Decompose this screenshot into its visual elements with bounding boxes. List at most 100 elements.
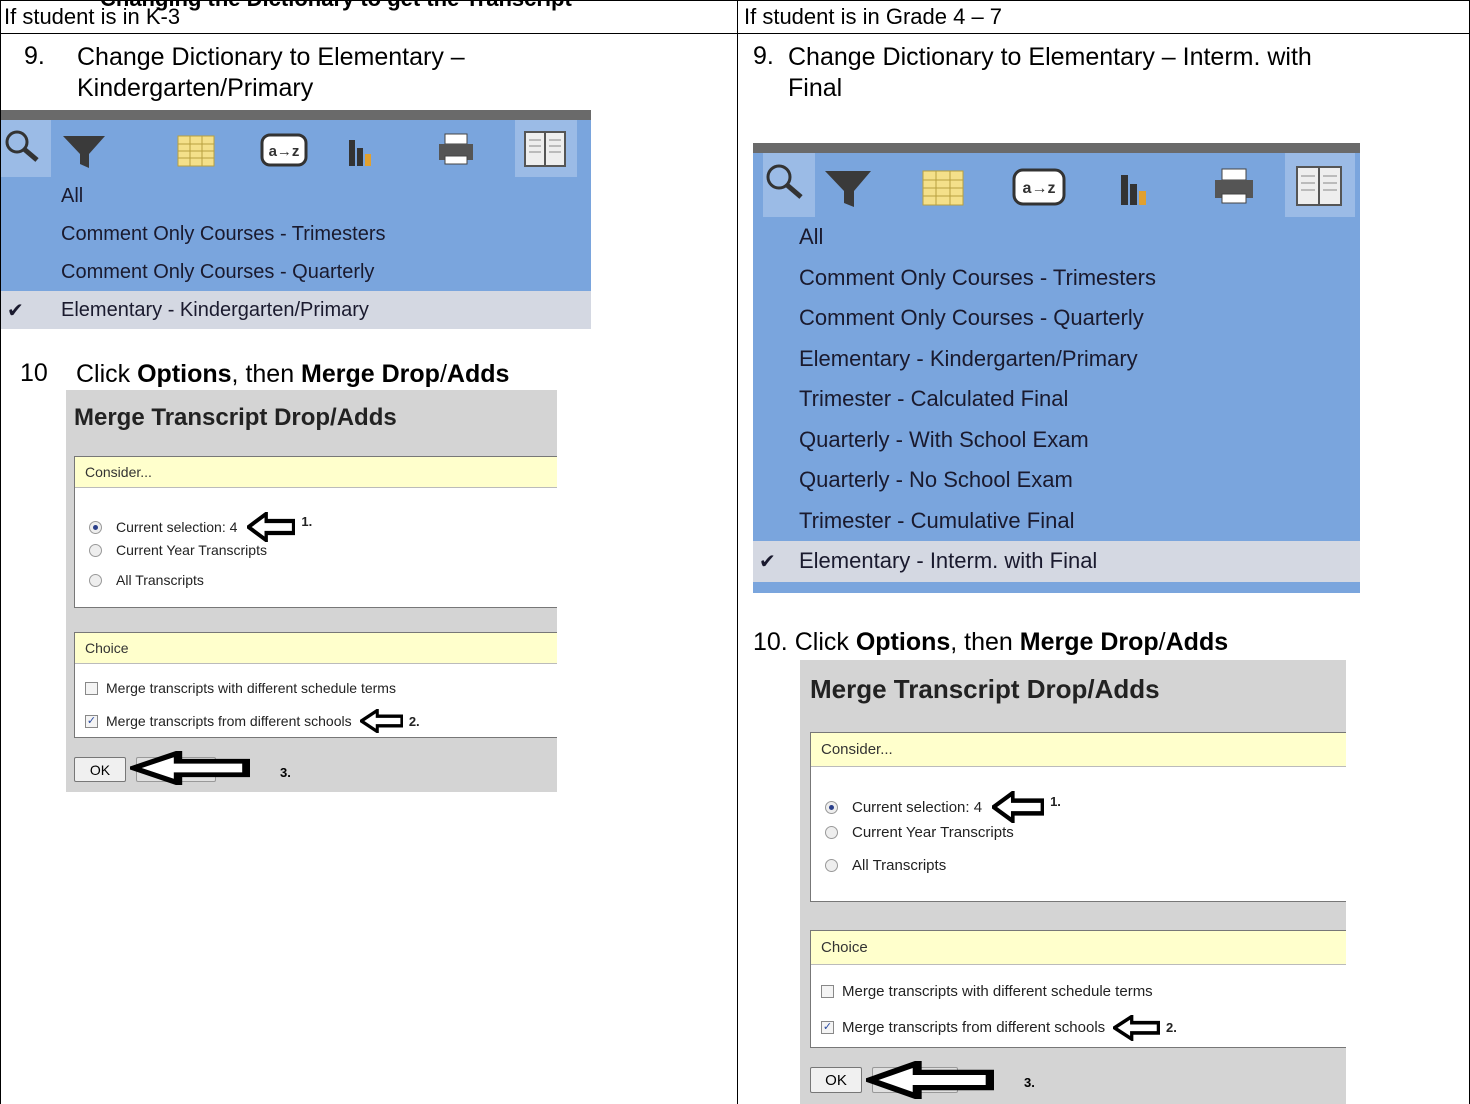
annotation-arrow-icon (247, 512, 296, 542)
right-toolbar-icons: a→z (763, 153, 1355, 217)
radio-button[interactable] (825, 826, 838, 839)
left-step9-text: Change Dictionary to Elementary – Kinder… (77, 42, 465, 104)
radio-button[interactable] (89, 520, 102, 534)
scope-radio-option[interactable]: All Transcripts (89, 572, 204, 588)
checkmark-icon: ✔ (759, 550, 776, 573)
left-step10-mid: , then (231, 360, 302, 388)
dictionary-option[interactable]: Trimester - Cumulative Final (753, 501, 1360, 542)
ok-button[interactable]: OK (810, 1067, 862, 1093)
dialog-title: Merge Transcript Drop/Adds (810, 674, 1160, 704)
scope-radio-option[interactable]: All Transcripts (825, 857, 946, 874)
dictionary-book-icon[interactable] (1285, 153, 1355, 217)
ok-button[interactable]: OK (74, 757, 126, 782)
dictionary-book-icon[interactable] (515, 120, 577, 177)
left-step9-number: 9. (24, 42, 45, 70)
radio-label: Current Year Transcripts (116, 542, 267, 558)
search-icon[interactable] (763, 153, 815, 217)
dictionary-option[interactable]: All (753, 217, 1360, 258)
scope-radio-option[interactable]: Current Year Transcripts (89, 542, 267, 558)
radio-button[interactable] (825, 859, 838, 872)
dictionary-option[interactable]: Quarterly - With School Exam (753, 420, 1360, 461)
sort-az-icon[interactable]: a→z (1012, 168, 1066, 206)
checkbox[interactable]: ✓ (821, 1021, 834, 1035)
dictionary-option[interactable]: Comment Only Courses - Trimesters (1, 215, 591, 253)
dictionary-option-selected[interactable]: ✔ Elementary - Interm. with Final (753, 541, 1360, 582)
right-step9-line2: Final (788, 74, 843, 102)
checkbox[interactable]: ✓ (85, 714, 98, 728)
checkbox-label: Merge transcripts with different schedul… (842, 983, 1153, 1000)
dictionary-option[interactable]: Trimester - Calculated Final (753, 379, 1360, 420)
merge-checkbox-option[interactable]: Merge transcripts with different schedul… (85, 680, 396, 696)
bar-chart-icon[interactable] (349, 140, 371, 166)
dictionary-option[interactable]: Quarterly - No School Exam (753, 460, 1360, 501)
table-header-divider (0, 33, 1470, 34)
table-column-divider (737, 0, 738, 1104)
columns-grid-icon[interactable] (922, 170, 964, 206)
dictionary-option[interactable]: Elementary - Kindergarten/Primary (753, 339, 1360, 380)
left-step10-text: Click Options, then Merge Drop/Adds (76, 359, 509, 390)
annotation-arrow-icon (130, 751, 250, 785)
radio-button[interactable] (825, 800, 838, 814)
scope-radio-option[interactable]: Current Year Transcripts (825, 824, 1014, 841)
right-dictionary-menu: a→z All Comment Only Courses - Trimesters… (753, 143, 1360, 593)
dictionary-option-label: All (799, 224, 824, 250)
dictionary-option[interactable]: All (1, 177, 591, 215)
checkbox-label: Merge transcripts from different schools (842, 1019, 1106, 1037)
print-icon[interactable] (439, 133, 473, 165)
radio-label: All Transcripts (116, 572, 204, 588)
annotation-number: 1. (1050, 793, 1061, 809)
left-step10-pre: Click (76, 360, 138, 388)
left-column-heading: If student is in K-3 (4, 4, 181, 29)
annotation-arrow-icon (866, 1061, 994, 1099)
dictionary-option-label: Elementary - Kindergarten/Primary (61, 298, 369, 321)
right-merge-dialog: Merge Transcript Drop/Adds Consider... Cur… (800, 660, 1346, 1104)
svg-text:a→z: a→z (269, 143, 300, 160)
right-step10-text: 10. Click Options, then Merge Drop/Adds (753, 628, 1228, 657)
print-icon[interactable] (1215, 168, 1253, 204)
filter-icon[interactable] (825, 171, 871, 207)
svg-text:a→z: a→z (1023, 180, 1056, 197)
dictionary-option-label: Quarterly - No School Exam (799, 467, 1073, 493)
scope-radio-option[interactable]: Current selection: 4 1. (89, 512, 312, 542)
filter-icon[interactable] (63, 136, 105, 168)
bar-chart-icon[interactable] (1121, 175, 1146, 205)
radio-button[interactable] (89, 543, 102, 557)
choice-section: Choice Merge transcripts with different s… (74, 632, 557, 738)
consider-header: Consider... (811, 733, 1346, 767)
dictionary-option-label: Elementary - Kindergarten/Primary (799, 345, 1138, 371)
choice-header: Choice (811, 931, 1346, 965)
right-column-heading: If student is in Grade 4 – 7 (744, 4, 1003, 29)
checkmark-icon: ✔ (7, 299, 24, 322)
radio-button[interactable] (89, 573, 102, 587)
sort-az-icon[interactable]: a→z (260, 133, 308, 167)
checkbox[interactable] (821, 985, 834, 998)
annotation-arrow-icon (359, 709, 403, 733)
right-step9-number: 9. (753, 42, 774, 70)
annotation-number: 2. (1165, 1020, 1177, 1036)
checkbox[interactable] (85, 681, 98, 695)
scope-radio-option[interactable]: Current selection: 4 1. (825, 791, 1061, 823)
dictionary-option[interactable]: Comment Only Courses - Trimesters (753, 258, 1360, 299)
dictionary-option-label: Trimester - Cumulative Final (799, 507, 1075, 533)
merge-checkbox-option[interactable]: ✓ Merge transcripts from different school… (821, 1015, 1177, 1041)
left-step10-number: 10 (20, 359, 48, 387)
right-step10-mid: , then (950, 628, 1020, 656)
radio-label: Current Year Transcripts (852, 824, 1014, 841)
search-icon[interactable] (1, 120, 51, 177)
radio-label: Current selection: 4 (852, 798, 983, 816)
left-step9-line1: Change Dictionary to Elementary – (77, 43, 465, 71)
right-step10-adds: Adds (1165, 628, 1229, 656)
dictionary-option[interactable]: Comment Only Courses - Quarterly (1, 253, 591, 291)
consider-section: Consider... Current selection: 4 1. Current… (74, 456, 557, 608)
merge-checkbox-option[interactable]: Merge transcripts with different schedul… (821, 983, 1153, 1000)
left-dictionary-menu: a→z All Comment Only Courses - Trimesters… (1, 110, 591, 329)
toolbar-top-bar (1, 110, 591, 120)
right-step10-slash: / (1158, 628, 1166, 656)
columns-grid-icon[interactable] (177, 135, 215, 167)
annotation-number: 2. (408, 713, 420, 729)
dictionary-option-label: Quarterly - With School Exam (799, 426, 1089, 452)
dictionary-option-selected[interactable]: ✔ Elementary - Kindergarten/Primary (1, 291, 591, 329)
dictionary-option[interactable]: Comment Only Courses - Quarterly (753, 298, 1360, 339)
merge-checkbox-option[interactable]: ✓ Merge transcripts from different school… (85, 709, 420, 733)
annotation-number: 1. (301, 513, 313, 529)
